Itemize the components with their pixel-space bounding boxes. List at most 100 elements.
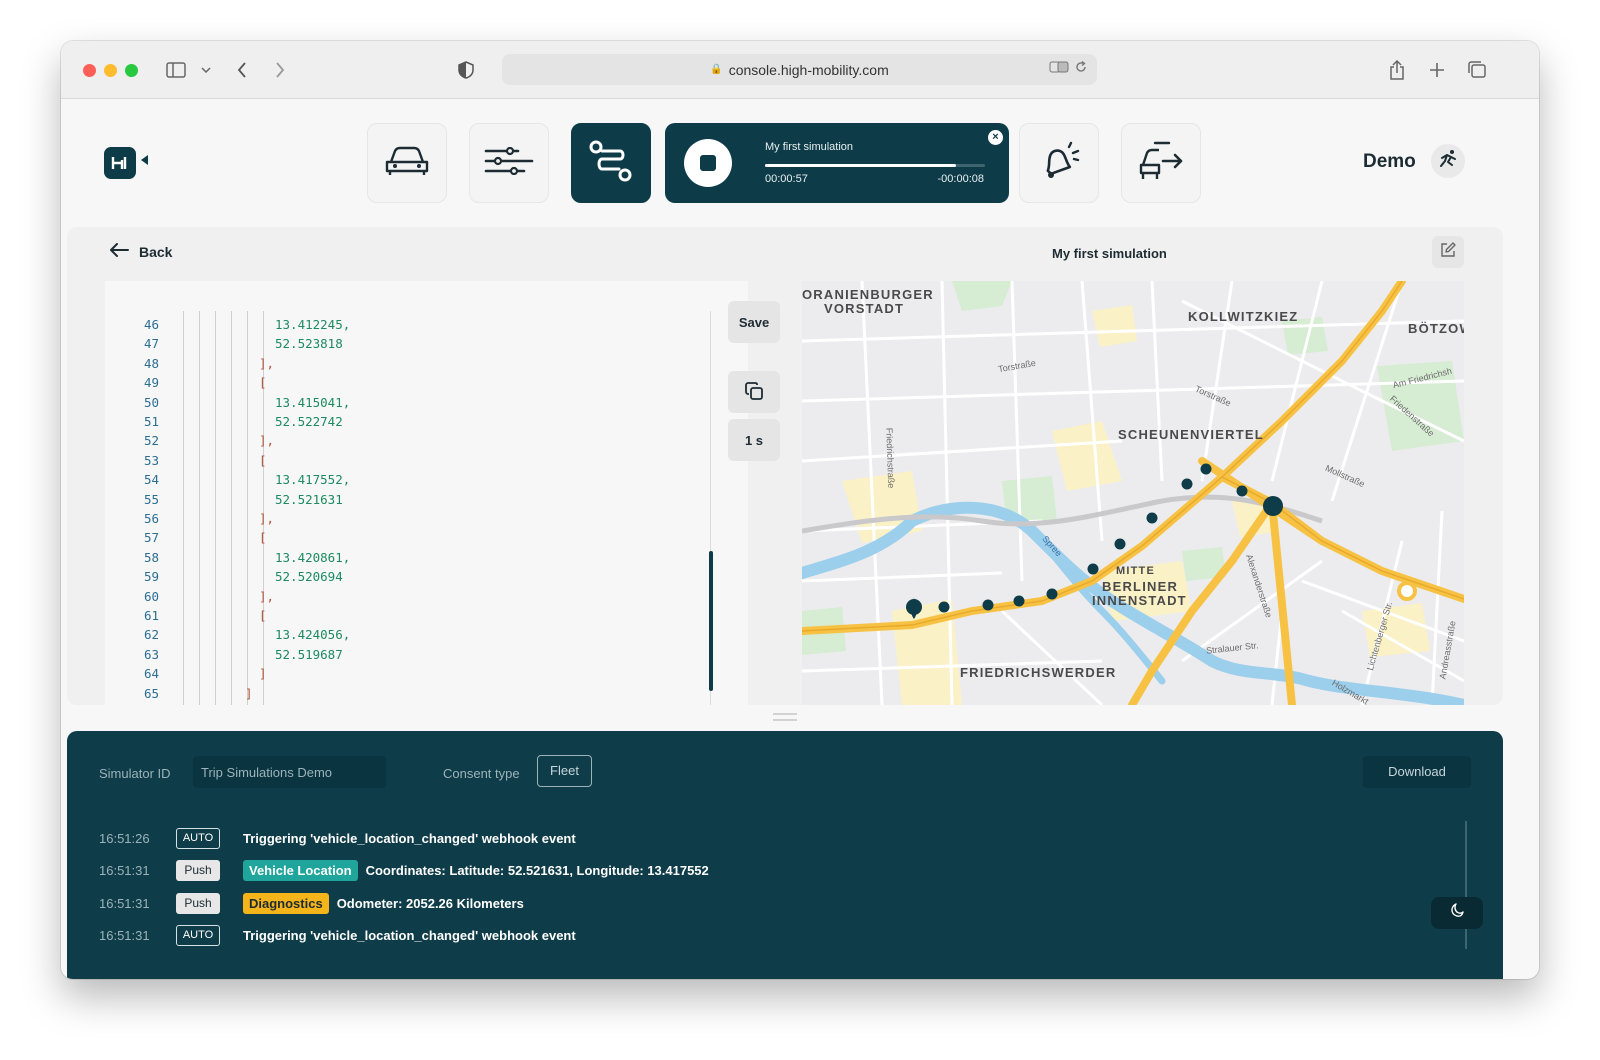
code-text: ], [259, 511, 275, 526]
simulation-elapsed-time: 00:00:57 [765, 173, 808, 185]
reload-icon[interactable] [1075, 60, 1087, 76]
code-text: ] [245, 685, 253, 701]
collapse-caret-icon[interactable] [141, 155, 148, 165]
line-number: 53 [143, 452, 159, 468]
close-window-button[interactable] [83, 64, 96, 77]
log-timestamp: 16:51:31 [99, 928, 150, 943]
nav-settings-button[interactable] [469, 123, 549, 203]
code-text: 52.523818 [275, 336, 343, 352]
back-arrow-icon[interactable] [233, 58, 251, 82]
line-number: 54 [143, 472, 159, 488]
sidebar-toggle-icon[interactable] [165, 58, 187, 82]
back-link[interactable]: Back [109, 243, 172, 260]
address-bar[interactable]: 🔒 console.high-mobility.com [502, 54, 1097, 85]
code-line: 59 52.520694 [105, 569, 705, 588]
share-icon[interactable] [1387, 58, 1407, 82]
save-button[interactable]: Save [728, 301, 780, 343]
new-tab-icon[interactable] [1427, 58, 1447, 82]
moon-icon [1449, 902, 1465, 924]
map-district-label: FRIEDRICHSWERDER [960, 665, 1117, 680]
code-text: [ [259, 530, 267, 546]
browser-window: 🔒 console.high-mobility.com My first sim… [61, 41, 1539, 979]
forward-arrow-icon[interactable] [271, 58, 289, 82]
back-label: Back [139, 243, 173, 260]
code-text: 13.415041, [275, 394, 351, 410]
line-number: 46 [143, 317, 159, 332]
log-timestamp: 16:51:26 [99, 830, 150, 846]
code-text: [ [259, 608, 267, 623]
line-number: 57 [143, 530, 159, 546]
simulator-id-label: Simulator ID [99, 766, 171, 781]
code-text: 52.522742 [275, 414, 343, 429]
code-line: 56], [105, 511, 705, 530]
code-line: 49 [ [105, 375, 705, 394]
nav-trips-button[interactable] [571, 123, 651, 203]
code-line: 54 13.417552, [105, 472, 705, 491]
stop-simulation-button[interactable] [684, 139, 732, 187]
simulation-player: My first simulation 00:00:57 -00:00:08 × [665, 123, 1009, 203]
high-mobility-logo[interactable] [104, 147, 136, 179]
code-text: 52.520694 [275, 569, 343, 585]
code-line: 60], [105, 589, 705, 608]
stop-icon [700, 155, 716, 171]
log-timestamp: 16:51:31 [99, 863, 150, 878]
page-title: My first simulation [1052, 246, 1167, 261]
minimize-window-button[interactable] [104, 64, 117, 77]
app-header: My first simulation 00:00:57 -00:00:08 ×… [61, 99, 1539, 227]
tab-overview-icon[interactable] [1467, 58, 1487, 82]
url-text: console.high-mobility.com [728, 61, 889, 78]
log-source-badge: AUTO [176, 925, 220, 946]
edit-icon [1440, 241, 1456, 263]
simulator-id-field[interactable]: Trip Simulations Demo [193, 756, 386, 788]
log-source-badge: Push [176, 892, 220, 914]
code-text: [ [259, 375, 267, 391]
close-simulation-button[interactable]: × [988, 130, 1003, 145]
privacy-shield-icon[interactable] [457, 58, 475, 82]
nav-notifications-button[interactable] [1019, 123, 1099, 203]
code-text: 52.519687 [275, 646, 343, 662]
log-row: 16:51:31 Push Vehicle Location Coordinates:… [99, 859, 709, 883]
code-text: ] [259, 666, 267, 682]
line-number: 47 [143, 336, 159, 352]
route-code-editor[interactable]: 46 13.412245, 47 52.523818 48], 49[50 13.41504… [105, 281, 748, 705]
consent-type-select[interactable]: Fleet [537, 755, 592, 787]
dark-mode-toggle[interactable] [1431, 897, 1483, 929]
edit-title-button[interactable] [1432, 236, 1464, 268]
line-number: 56 [143, 511, 159, 526]
zoom-window-button[interactable] [125, 64, 138, 77]
consent-type-label: Consent type [443, 766, 520, 781]
map-district-label: KOLLWITZKIEZ [1188, 309, 1299, 324]
code-text: 13.417552, [275, 472, 351, 488]
car-icon [382, 144, 432, 183]
log-row: 16:51:31 Push Diagnostics Odometer: 2052.26… [99, 891, 524, 915]
line-number: 52 [143, 433, 159, 449]
nav-exit-button[interactable] [1121, 123, 1201, 203]
trip-map[interactable]: ORANIENBURGER VORSTADT KOLLWITZKIEZ BÖTZ… [802, 281, 1464, 705]
copy-icon [744, 381, 764, 404]
nav-vehicles-button[interactable] [367, 123, 447, 203]
copy-button[interactable] [728, 371, 780, 413]
line-number: 50 [143, 394, 159, 410]
resize-handle[interactable] [773, 713, 797, 721]
code-line: 48], [105, 356, 705, 375]
code-line: 58 13.420861, [105, 550, 705, 569]
translate-icon[interactable] [1049, 61, 1069, 76]
chevron-down-icon[interactable] [199, 58, 213, 82]
map-district-label: BERLINER [1102, 579, 1179, 594]
code-line: 57 [ [105, 530, 705, 549]
console-scrollbar[interactable] [1465, 821, 1467, 949]
log-timestamp: 16:51:31 [99, 895, 150, 911]
map-district-label: SCHEUNENVIERTEL [1118, 427, 1264, 442]
simulation-remaining-time: -00:00:08 [937, 173, 984, 185]
download-button[interactable]: Download [1363, 756, 1471, 788]
simulation-progress-fill [765, 164, 957, 167]
user-menu-button[interactable] [1431, 144, 1465, 178]
line-number: 51 [143, 414, 159, 429]
interval-button[interactable]: 1 s [728, 419, 780, 461]
map-district-label: MITTE [1116, 565, 1155, 577]
map-district-label: VORSTADT [824, 301, 905, 316]
code-line: 64] [105, 666, 705, 685]
simulation-progress-bar[interactable] [765, 164, 985, 167]
line-number: 61 [143, 608, 159, 623]
editor-scrollbar[interactable] [709, 551, 713, 691]
